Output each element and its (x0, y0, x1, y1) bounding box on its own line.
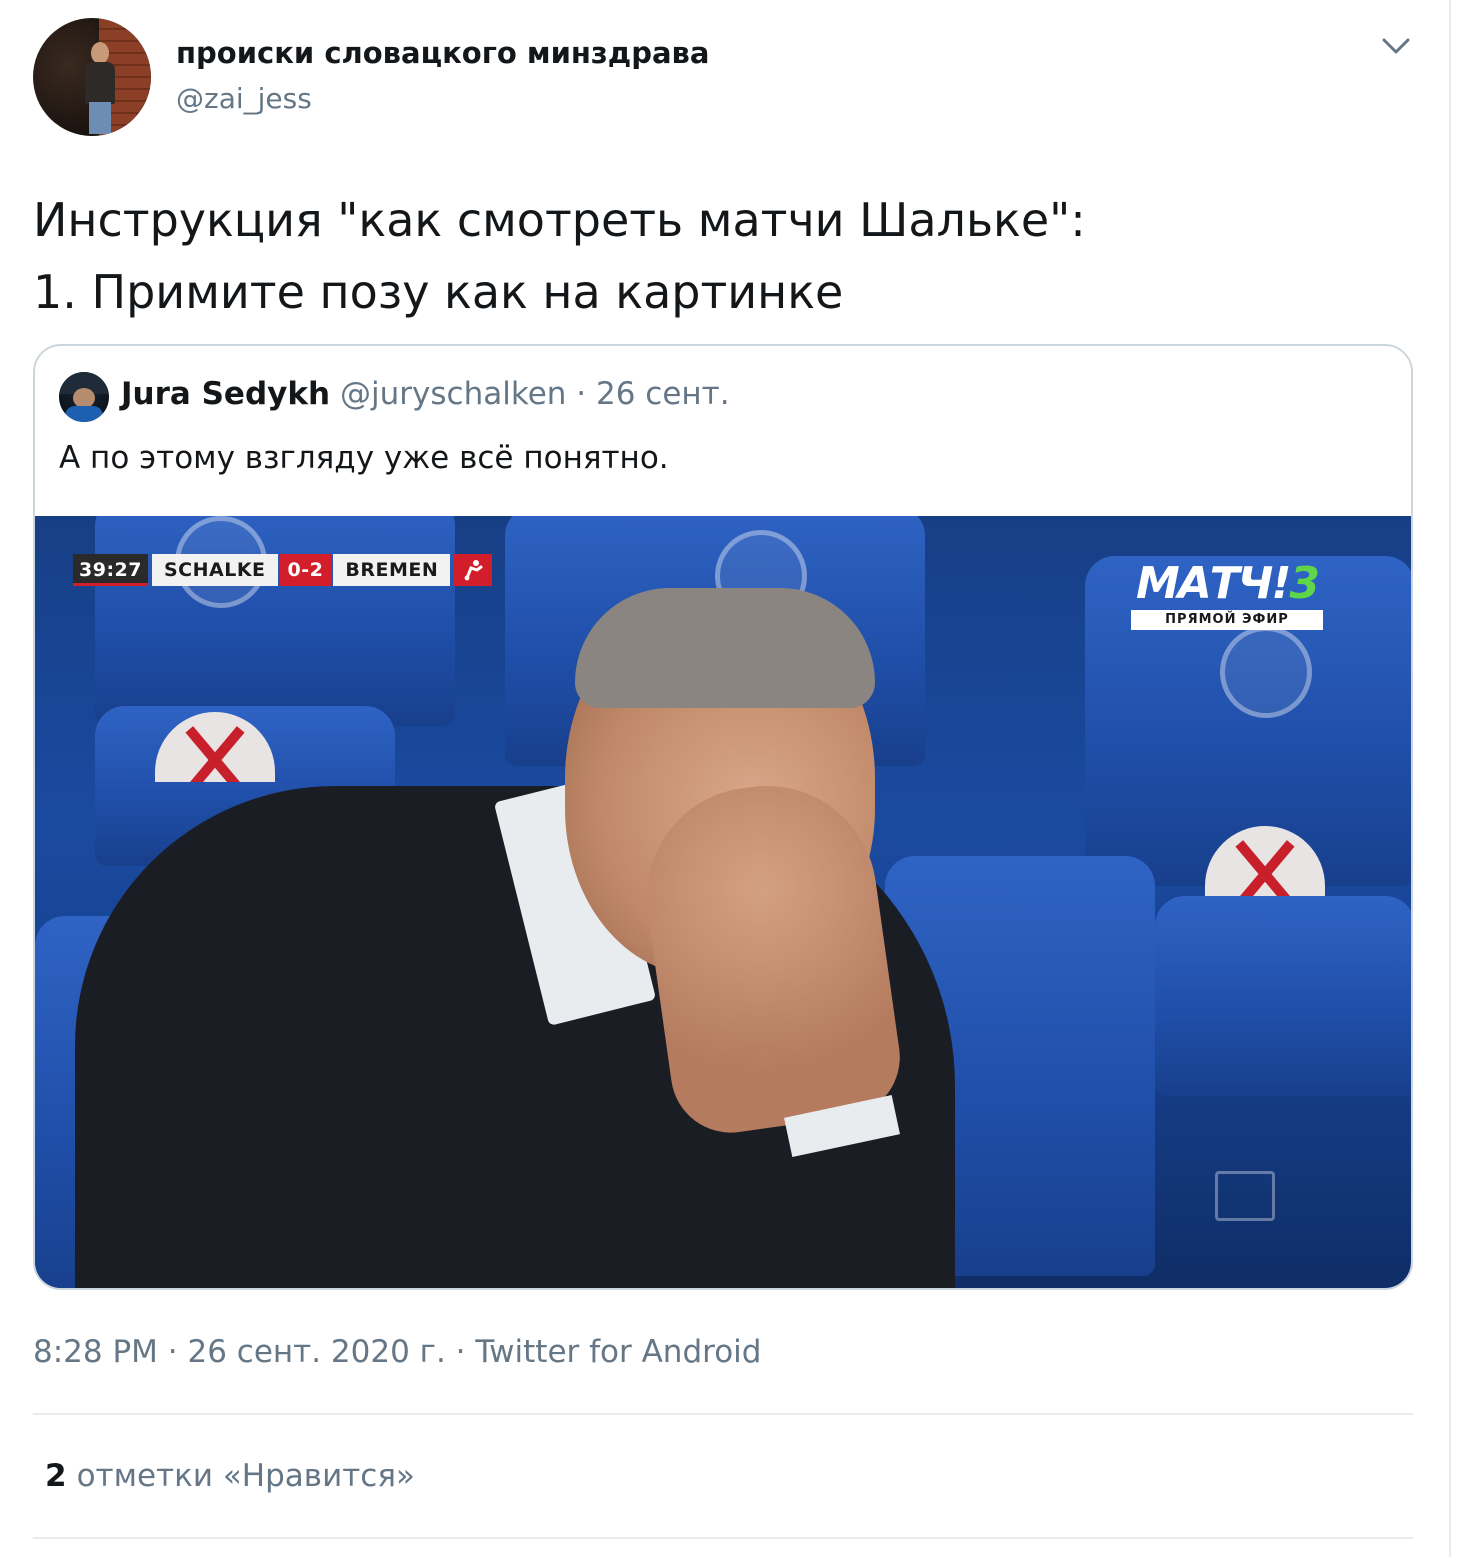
chevron-down-icon[interactable] (1380, 34, 1412, 58)
divider (33, 1413, 1413, 1415)
avatar-shirt (65, 406, 103, 422)
stadium-seat (95, 516, 455, 726)
bundesliga-icon (454, 554, 493, 586)
author-display-name[interactable]: происки словацкого минздрава (176, 36, 709, 70)
stadium-seat (1155, 896, 1411, 1096)
quoted-author-name: Jura Sedykh (121, 376, 331, 412)
divider (33, 1537, 1413, 1539)
tweet-timestamp[interactable]: 8:28 PM · 26 сент. 2020 г. · Twitter for… (33, 1334, 761, 1370)
avatar-person-legs (89, 102, 111, 134)
timeline-border (1449, 0, 1451, 1557)
quoted-tweet-header: Jura Sedykh @juryschalken · 26 сент. (121, 376, 730, 412)
quoted-author-avatar (59, 372, 109, 422)
quoted-tweet-text: А по этому взгляду уже всё понятно. (59, 440, 669, 476)
broadcaster-logo-text: МАТЧ! (1135, 558, 1291, 609)
quoted-author-meta: @juryschalken · 26 сент. (340, 376, 730, 412)
broadcaster-logo: МАТЧ!3 ПРЯМОЙ ЭФИР (1131, 560, 1323, 632)
home-team: SCHALKE (151, 554, 278, 586)
likes-summary[interactable]: 2 отметки «Нравится» (45, 1458, 415, 1494)
man-hair (575, 588, 875, 708)
bundesliga-watermark-icon (1215, 1171, 1275, 1221)
quoted-tweet-media[interactable]: 39:27 SCHALKE 0-2 BREMEN МАТЧ!3 ПРЯМОЙ Э… (35, 516, 1411, 1288)
quoted-tweet-card[interactable]: Jura Sedykh @juryschalken · 26 сент. А по… (33, 344, 1413, 1290)
tweet-text-line-1: Инструкция "как смотреть матчи Шальке": (33, 193, 1086, 247)
likes-count: 2 (45, 1458, 67, 1494)
tweet-text: Инструкция "как смотреть матчи Шальке": … (33, 184, 1086, 328)
match-clock: 39:27 (73, 554, 148, 586)
tweet-text-line-2: 1. Примите позу как на картинке (33, 265, 844, 319)
score-bug: 39:27 SCHALKE 0-2 BREMEN (73, 554, 493, 586)
avatar-person-head (91, 42, 109, 64)
avatar-person-body (85, 62, 115, 104)
away-team: BREMEN (333, 554, 451, 586)
likes-label: отметки «Нравится» (76, 1458, 415, 1494)
author-avatar[interactable] (33, 18, 151, 136)
avatar-face (73, 388, 95, 408)
broadcaster-channel-number: 3 (1289, 558, 1320, 609)
author-handle[interactable]: @zai_jess (176, 82, 312, 115)
live-label: ПРЯМОЙ ЭФИР (1131, 610, 1323, 630)
match-score: 0-2 (279, 554, 332, 586)
broadcaster-name: МАТЧ!3 (1131, 560, 1323, 608)
club-crest-icon (1220, 626, 1312, 718)
tweet-page: происки словацкого минздрава @zai_jess И… (0, 0, 1460, 1557)
